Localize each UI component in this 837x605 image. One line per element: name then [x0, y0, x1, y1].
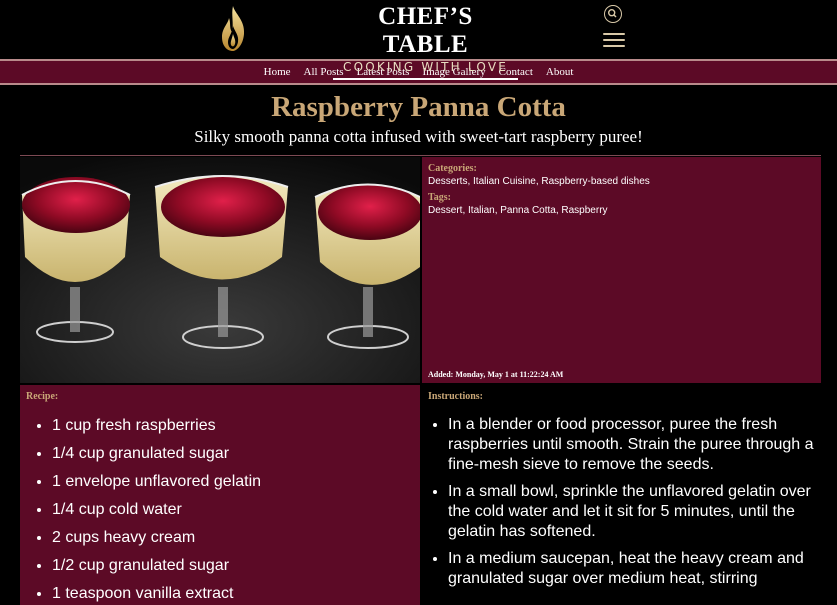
ingredient-item: 1/4 cup granulated sugar — [52, 444, 414, 463]
instruction-item: In a blender or food processor, puree th… — [448, 415, 815, 475]
ingredient-list: 1 cup fresh raspberries 1/4 cup granulat… — [26, 416, 414, 603]
recipe-panel: Recipe: 1 cup fresh raspberries 1/4 cup … — [20, 385, 420, 605]
site-header: CHEF’S TABLE COOKING WITH LOVE — [0, 0, 837, 80]
panna-cotta-photo — [20, 157, 420, 383]
post-meta-panel: Categories: Desserts, Italian Cuisine, R… — [422, 157, 821, 383]
ingredient-item: 1/4 cup cold water — [52, 500, 414, 519]
post-added-date: Added: Monday, May 1 at 11:22:24 AM — [428, 370, 564, 379]
hamburger-menu-icon[interactable] — [603, 33, 625, 47]
instruction-item: In a medium saucepan, heat the heavy cre… — [448, 549, 815, 589]
instruction-item: In a small bowl, sprinkle the unflavored… — [448, 482, 815, 542]
flame-icon[interactable] — [219, 4, 247, 52]
post-subtitle: Silky smooth panna cotta infused with sw… — [194, 127, 643, 146]
instruction-list: In a blender or food processor, puree th… — [428, 415, 815, 589]
ingredient-item: 2 cups heavy cream — [52, 528, 414, 547]
nav-home[interactable]: Home — [264, 66, 291, 78]
site-tagline: COOKING WITH LOVE — [333, 60, 518, 80]
ingredient-item: 1 cup fresh raspberries — [52, 416, 414, 435]
nav-about[interactable]: About — [546, 66, 574, 78]
site-title[interactable]: CHEF’S TABLE — [333, 3, 518, 59]
post-title: Raspberry Panna Cotta — [271, 91, 566, 123]
instructions-label: Instructions: — [428, 391, 484, 402]
recipe-label: Recipe: — [26, 391, 59, 402]
categories-value[interactable]: Desserts, Italian Cuisine, Raspberry-bas… — [428, 176, 815, 187]
ingredient-item: 1/2 cup granulated sugar — [52, 556, 414, 575]
instructions-panel: Instructions: In a blender or food proce… — [422, 385, 821, 605]
site-brand[interactable]: CHEF’S TABLE COOKING WITH LOVE — [333, 3, 518, 80]
categories-label: Categories: — [428, 163, 477, 174]
ingredient-item: 1 envelope unflavored gelatin — [52, 472, 414, 491]
tags-value[interactable]: Dessert, Italian, Panna Cotta, Raspberry — [428, 205, 815, 216]
tags-label: Tags: — [428, 192, 451, 203]
search-icon[interactable] — [604, 5, 622, 23]
post-content-grid: Categories: Desserts, Italian Cuisine, R… — [20, 155, 821, 605]
